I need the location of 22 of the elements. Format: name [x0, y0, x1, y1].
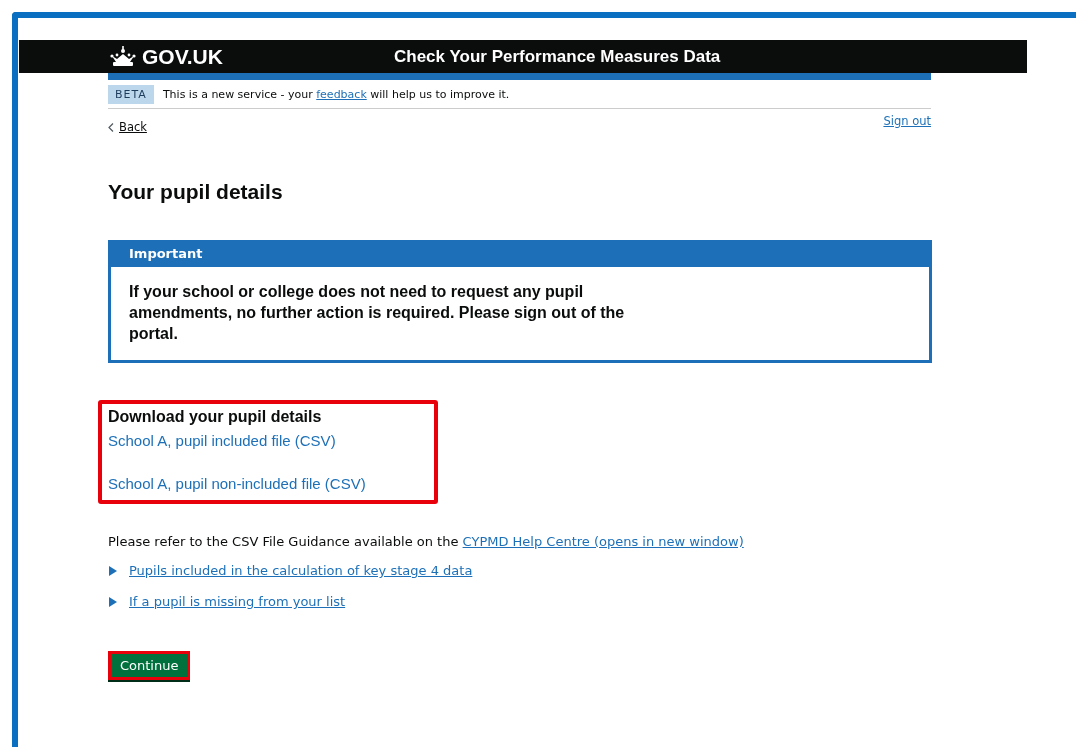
feedback-link[interactable]: feedback [316, 88, 367, 101]
details-link[interactable]: Pupils included in the calculation of key stage 4 data [129, 563, 473, 578]
govuk-logo-text[interactable]: GOV.UK [142, 44, 223, 69]
triangle-right-icon[interactable] [108, 565, 118, 576]
sign-out-link[interactable]: Sign out [883, 114, 931, 128]
beta-banner-text: This is a new service - your feedback will help us to improve it. [162, 88, 510, 101]
beta-tag: BETA [108, 85, 154, 104]
page-heading: Your pupil details [108, 180, 284, 204]
file-link[interactable]: School A, pupil non-included file (CSV) [108, 475, 428, 492]
service-name: Check Your Performance Measures Data [394, 46, 721, 67]
triangle-right-icon[interactable] [108, 596, 118, 607]
notice-text: If your school or college does not need to request any pupil amendments, no further action is required. Please sign out of the portal. [128, 282, 626, 344]
continue-button[interactable]: Continue [108, 651, 191, 680]
back-link[interactable]: Back [119, 120, 147, 134]
details-link[interactable]: If a pupil is missing from your list [129, 594, 346, 609]
download-heading: Download your pupil details [108, 408, 323, 426]
file-link[interactable]: School A, pupil included file (CSV) [108, 432, 428, 449]
help-centre-link[interactable]: CYPMD Help Centre (opens in new window) [462, 534, 744, 549]
crown-icon [109, 45, 137, 68]
chevron-left-icon[interactable] [108, 122, 114, 132]
notice-title: Important [111, 243, 929, 267]
guidance-text: Please refer to the CSV File Guidance available on the CYPMD Help Centre (opens in new window) [108, 534, 745, 549]
